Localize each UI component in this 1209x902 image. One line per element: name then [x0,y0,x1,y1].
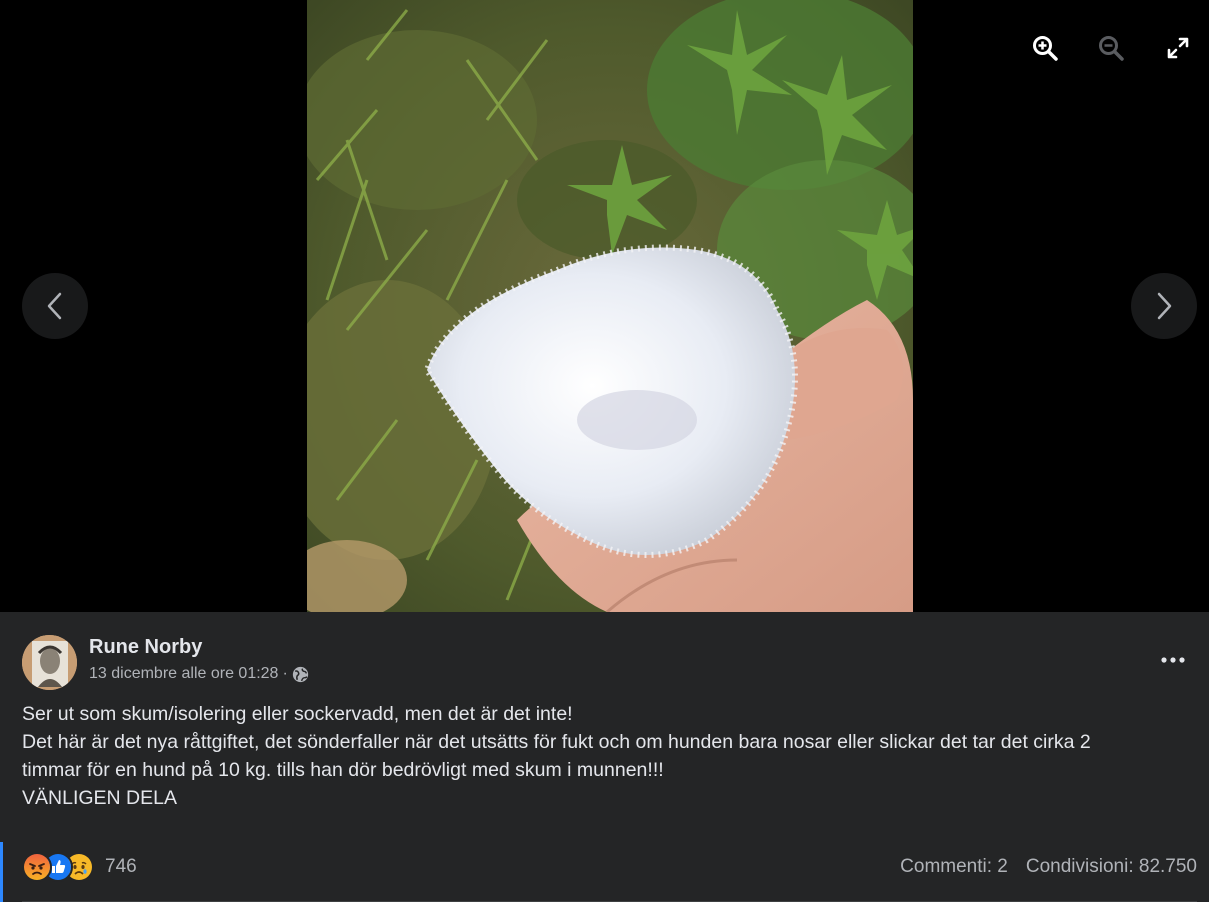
post-text-line: Det här är det nya råttgiftet, det sönde… [22,731,1091,753]
meta-separator: · [282,665,288,682]
angry-icon [22,852,52,882]
zoom-in-icon [1033,36,1058,61]
reactions-summary[interactable]: 746 [22,852,137,882]
post-text-line: VÄNLIGEN DELA [22,787,177,809]
engagement-stats: Commenti: 2 Condivisioni: 82.750 [900,856,1197,878]
chevron-right-icon [1157,292,1172,320]
post-details-panel: Rune Norby 13 dicembre alle ore 01:28 · … [0,612,1209,902]
more-icon [1161,657,1185,663]
next-photo-button[interactable] [1131,273,1197,339]
post-author[interactable]: Rune Norby [89,636,202,659]
avatar-image [22,635,77,690]
photo-viewer [0,0,1209,612]
zoom-out-icon [1099,36,1124,61]
post-text: Ser ut som skum/isolering eller sockerva… [22,700,1192,812]
post-photo[interactable] [307,0,913,612]
reaction-count: 746 [105,856,137,877]
post-meta: 13 dicembre alle ore 01:28 · [89,665,309,683]
fullscreen-icon [1167,37,1189,59]
chevron-left-icon [47,292,62,320]
post-timestamp[interactable]: 13 dicembre alle ore 01:28 [89,665,278,683]
more-options-button[interactable] [1156,648,1190,672]
avatar[interactable] [22,635,77,690]
shares-count[interactable]: Condivisioni: 82.750 [1026,856,1197,878]
fullscreen-button[interactable] [1160,30,1196,66]
zoom-in-button[interactable] [1027,30,1063,66]
globe-icon [292,666,308,682]
comments-count[interactable]: Commenti: 2 [900,856,1008,878]
photo-image [307,0,913,612]
previous-photo-button[interactable] [22,273,88,339]
focus-accent [0,842,3,902]
post-text-line: Ser ut som skum/isolering eller sockerva… [22,703,573,725]
post-text-line: timmar för en hund på 10 kg. tills han d… [22,759,664,781]
zoom-out-button[interactable] [1093,30,1129,66]
